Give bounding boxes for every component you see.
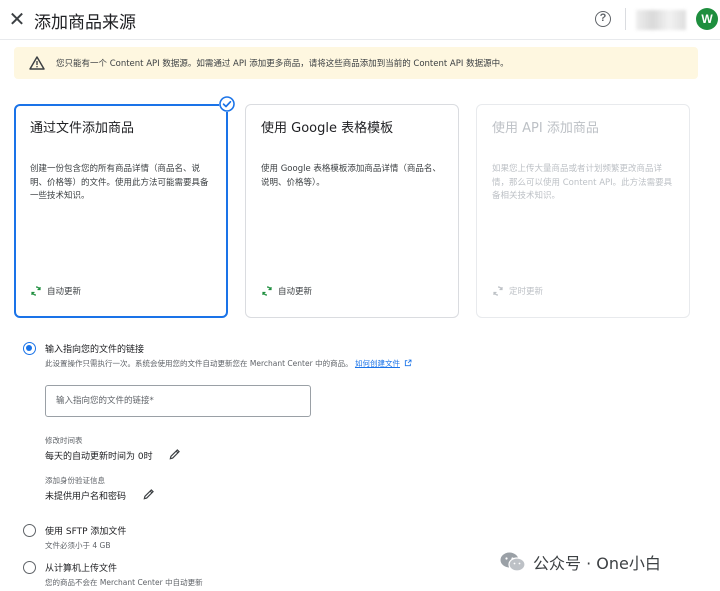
watermark: 公众号 · One小白 (499, 550, 661, 574)
card-title: 使用 API 添加商品 (492, 121, 599, 136)
warning-icon (29, 56, 45, 70)
sftp-option-subtext: 文件必须小于 4 GB (45, 541, 111, 550)
upload-option-label: 从计算机上传文件 (45, 564, 118, 574)
help-icon[interactable]: ? (595, 11, 611, 27)
radio-upload-option[interactable] (23, 561, 36, 574)
card-footer-label: 定时更新 (509, 287, 544, 297)
sync-icon (262, 286, 272, 296)
sync-icon (493, 286, 503, 296)
card-footer: 自动更新 (261, 285, 312, 297)
radio-sftp-option[interactable] (23, 524, 36, 537)
wechat-icon (500, 552, 526, 572)
card-footer-label: 自动更新 (47, 287, 82, 297)
card-footer-label: 自动更新 (278, 287, 313, 297)
account-name-blurred (636, 10, 686, 30)
card-description: 使用 Google 表格模板添加商品详情（商品名、说明、价格等）。 (261, 164, 441, 188)
card-footer: 自动更新 (30, 285, 81, 297)
card-content-api: 使用 API 添加商品 如果您上传大量商品或者计划频繁更改商品详情，那么可以使用… (476, 104, 690, 318)
card-title: 使用 Google 表格模板 (261, 121, 394, 136)
file-url-input[interactable] (45, 385, 311, 417)
radio-link-option[interactable] (23, 342, 36, 355)
link-option-label: 输入指向您的文件的链接 (45, 345, 145, 355)
card-title: 通过文件添加商品 (30, 121, 135, 136)
edit-auth-icon[interactable] (142, 487, 156, 501)
upload-option-subtext: 您的商品不会在 Merchant Center 中自动更新 (45, 578, 203, 587)
auth-caption: 添加身份验证信息 (45, 476, 105, 485)
link-option-subtext: 此设置操作只需执行一次。系统会使用您的文件自动更新您在 Merchant Cen… (45, 358, 412, 369)
edit-schedule-icon[interactable] (168, 447, 182, 461)
page-title: 添加商品来源 (34, 13, 136, 33)
card-google-sheets[interactable]: 使用 Google 表格模板 使用 Google 表格模板添加商品详情（商品名、… (245, 104, 459, 318)
check-circle-icon (219, 96, 235, 112)
banner-text: 您只能有一个 Content API 数据源。如需通过 API 添加更多商品，请… (56, 59, 509, 69)
top-bar: ✕ 添加商品来源 ? W (0, 0, 720, 40)
how-to-create-file-link[interactable]: 如何创建文件 (355, 359, 400, 368)
warning-banner: 您只能有一个 Content API 数据源。如需通过 API 添加更多商品，请… (14, 47, 698, 79)
schedule-caption: 修改时间表 (45, 436, 83, 445)
avatar[interactable]: W (696, 8, 718, 30)
auth-value: 未提供用户名和密码 (45, 492, 127, 502)
card-footer: 定时更新 (492, 285, 543, 297)
card-description: 如果您上传大量商品或者计划频繁更改商品详情，那么可以使用 Content API… (492, 164, 673, 201)
sync-icon (31, 286, 41, 296)
link-option-description: 此设置操作只需执行一次。系统会使用您的文件自动更新您在 Merchant Cen… (45, 359, 353, 368)
divider (625, 8, 626, 30)
external-link-icon[interactable] (404, 359, 412, 367)
sftp-option-label: 使用 SFTP 添加文件 (45, 527, 127, 537)
watermark-text: 公众号 · One小白 (533, 554, 661, 573)
card-file-upload[interactable]: 通过文件添加商品 创建一份包含您的所有商品详情（商品名、说明、价格等）的文件。使… (14, 104, 228, 318)
card-description: 创建一份包含您的所有商品详情（商品名、说明、价格等）的文件。使用此方法可能需要具… (30, 164, 209, 201)
close-icon[interactable]: ✕ (6, 9, 28, 31)
schedule-value: 每天的自动更新时间为 0时 (45, 452, 153, 462)
